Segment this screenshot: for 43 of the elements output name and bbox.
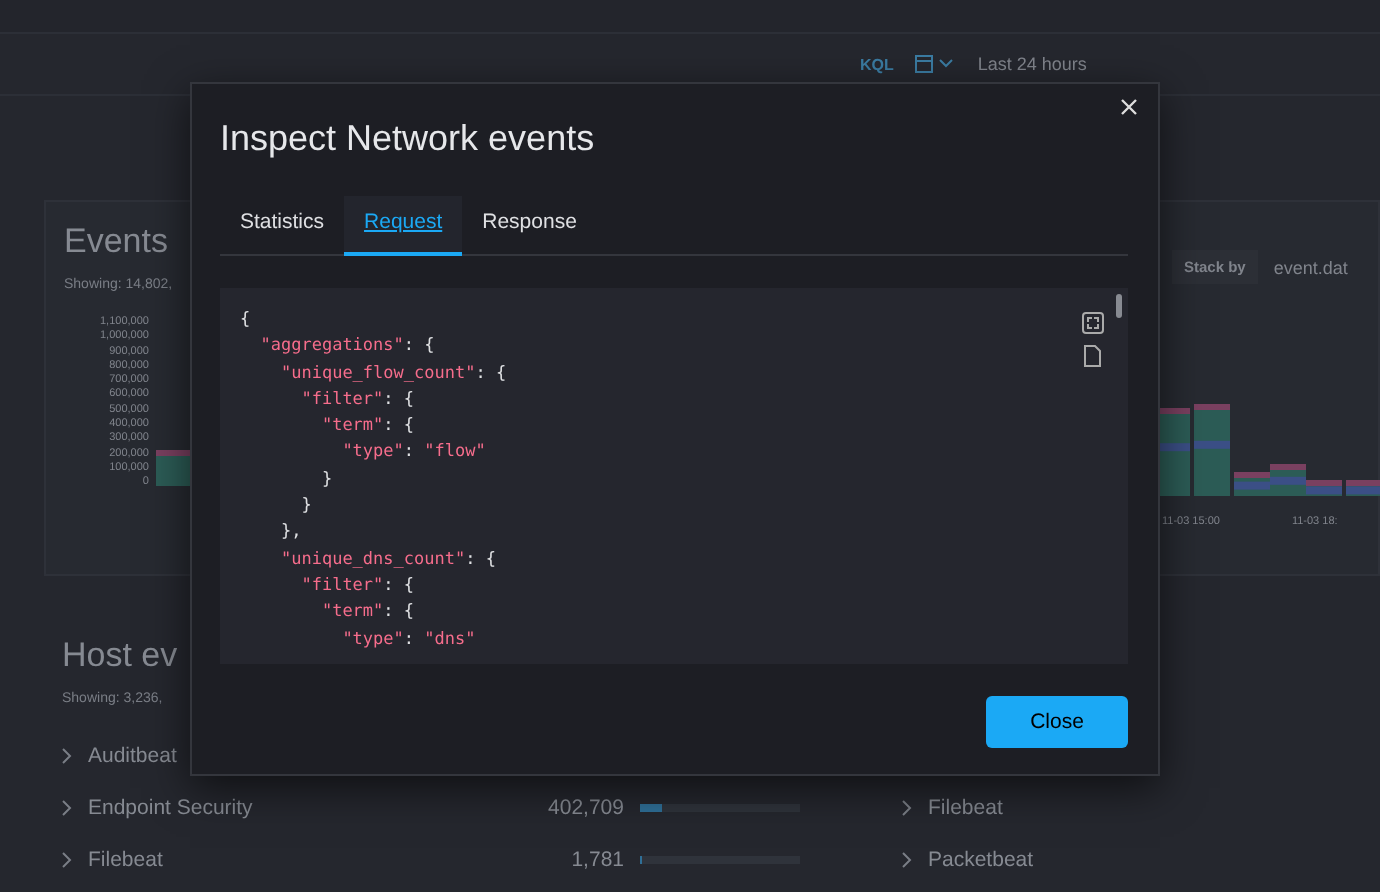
code-line: }, (278, 520, 302, 547)
copy-icon[interactable] (1082, 344, 1102, 368)
chart-bar (1234, 472, 1270, 496)
code-line: "filter": { (299, 573, 415, 600)
chart-bar (1194, 404, 1230, 496)
chevron-icon[interactable] (902, 800, 912, 816)
code-line: "term": { (319, 600, 415, 627)
close-icon[interactable] (1116, 94, 1142, 120)
code-line: } (299, 494, 312, 521)
chevron-icon[interactable] (62, 748, 72, 764)
chevron-icon[interactable] (902, 852, 912, 868)
row-label[interactable]: Filebeat (88, 848, 468, 872)
dialog-title: Inspect Network events (220, 118, 595, 160)
code-line: "term": { (319, 414, 415, 441)
row-label[interactable]: Packetbeat (928, 848, 1308, 872)
chevron-icon[interactable] (62, 852, 72, 868)
fullscreen-icon[interactable] (1082, 312, 1104, 334)
code-line: "filter": { (299, 387, 415, 414)
code-line: } (319, 467, 333, 494)
chart-bar (1346, 480, 1380, 496)
panel-title: Host ev (62, 636, 178, 676)
time-range-picker[interactable]: Last 24 hours (977, 54, 1087, 74)
calendar-icon[interactable] (913, 54, 958, 74)
scrollbar[interactable] (1116, 294, 1122, 318)
row-label[interactable]: Endpoint Security (88, 796, 468, 820)
chevron-icon[interactable] (62, 800, 72, 816)
code-line: "unique_flow_count": { (278, 361, 507, 388)
chart-bar (156, 449, 193, 486)
query-language-toggle[interactable]: KQL (860, 55, 894, 73)
row-count: 402,709 (546, 796, 624, 820)
code-line: "type": "dns" (340, 627, 476, 654)
tab[interactable]: Statistics (220, 196, 345, 256)
stack-by-select[interactable]: event.dat (1273, 257, 1348, 277)
code-line: { (240, 308, 251, 334)
row-count: 1,781 (569, 848, 624, 872)
tab[interactable]: Response (462, 196, 597, 256)
close-button[interactable]: Close (986, 696, 1128, 748)
tab[interactable]: Request (344, 196, 463, 256)
panel-title: Events (64, 222, 168, 262)
code-line: "unique_dns_count": { (278, 547, 496, 574)
code-line: "aggregations": { (258, 334, 435, 361)
row-label[interactable]: Filebeat (928, 796, 1308, 820)
code-line: "type": "flow" (340, 440, 486, 467)
